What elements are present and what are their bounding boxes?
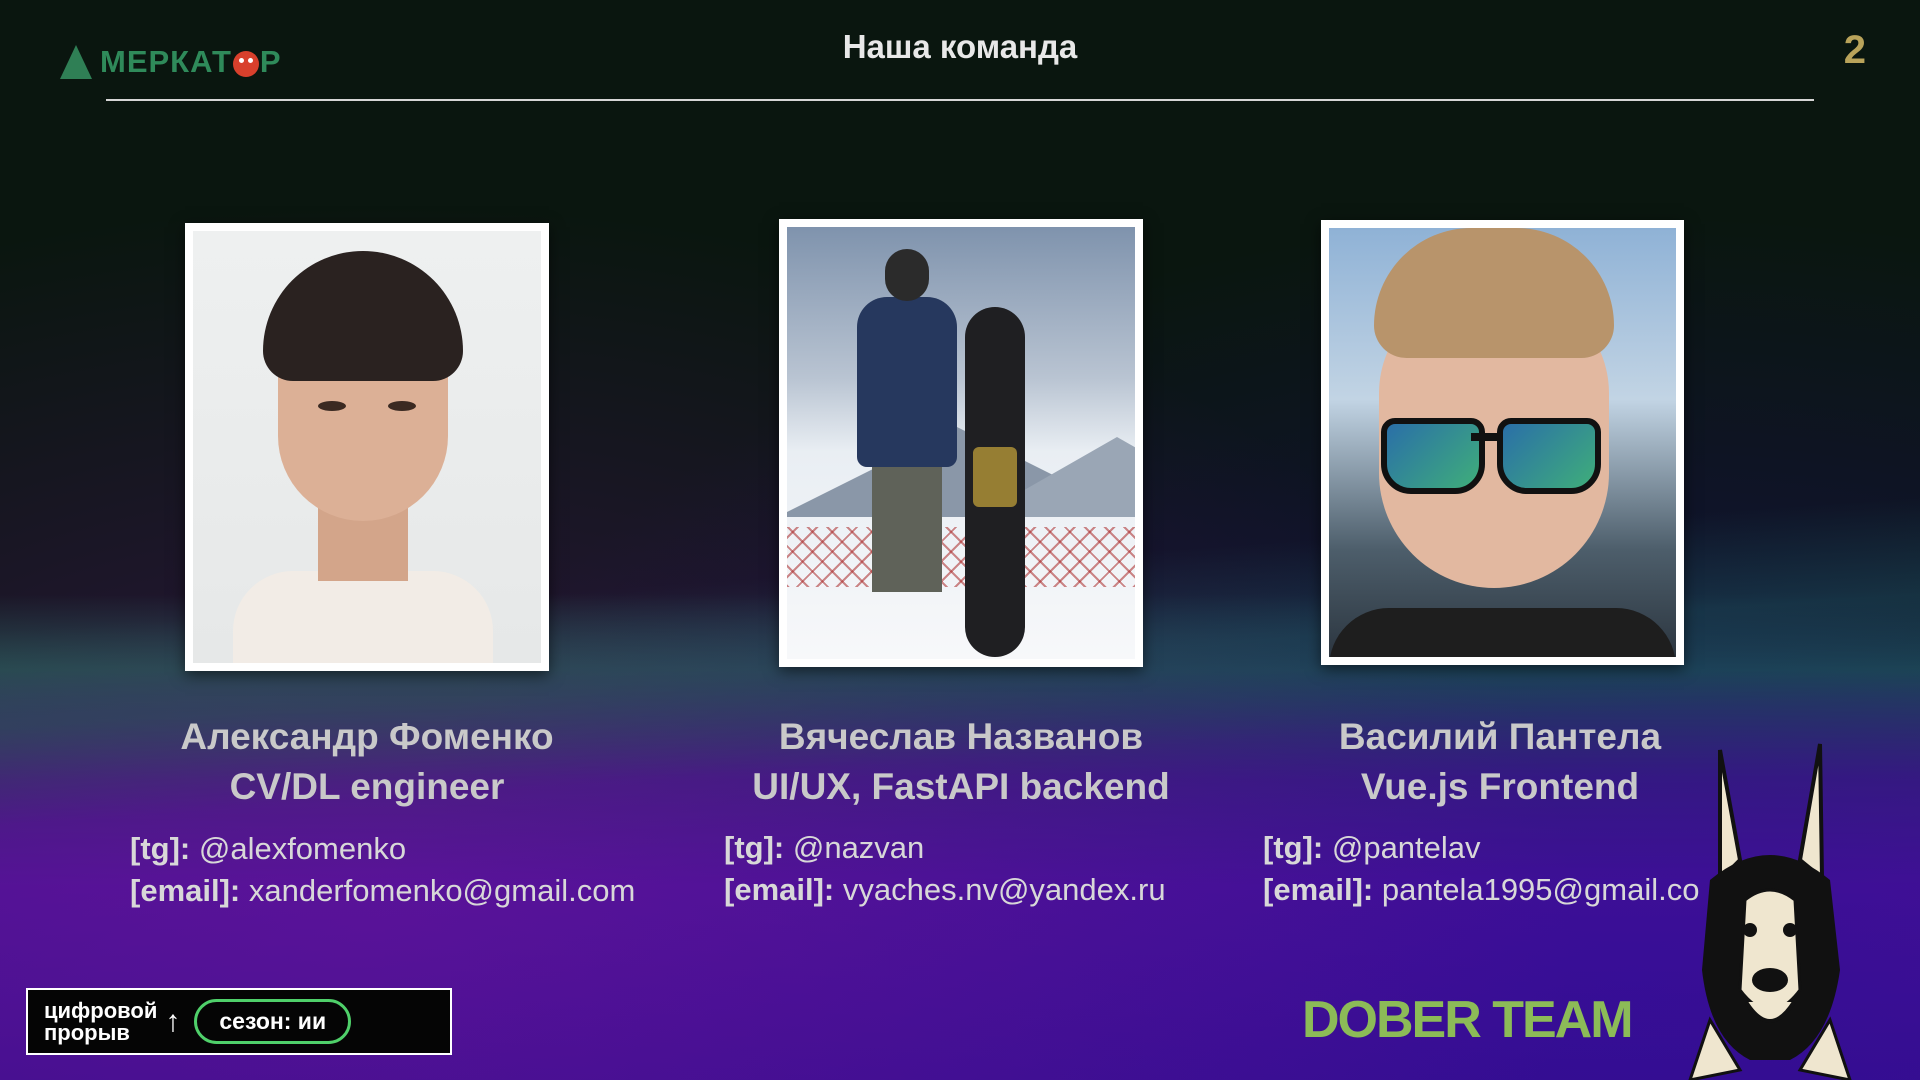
member-name-1: Александр Фоменко [180, 716, 554, 757]
season-pill: сезон: ии [194, 999, 352, 1044]
tg-handle[interactable]: @alexfomenko [199, 831, 406, 866]
tg-label: [tg]: [1263, 830, 1324, 865]
team-name: DOBER TEAM [1302, 991, 1634, 1049]
email-label: [email]: [1263, 872, 1374, 907]
page-title: Наша команда [842, 28, 1078, 65]
member-contacts-2: [tg]: @nazvan [email]: vyaches.nv@yandex… [724, 827, 1166, 911]
member-role-1: CV/DL engineer [229, 766, 505, 807]
member-photo-1 [185, 223, 549, 671]
page-number: 2 [1843, 28, 1866, 72]
tg-handle[interactable]: @nazvan [793, 830, 924, 865]
hackathon-badge: цифровой прорыв ↑ сезон: ии [26, 988, 452, 1055]
tg-label: [tg]: [724, 830, 785, 865]
member-contacts-1: [tg]: @alexfomenko [email]: xanderfomenk… [130, 828, 635, 912]
email-address[interactable]: xanderfomenko@gmail.com [249, 873, 635, 908]
doberman-mascot-icon [1688, 743, 1852, 1080]
email-address[interactable]: pantela1995@gmail.co [1382, 872, 1700, 907]
member-contacts-3: [tg]: @pantelav [email]: pantela1995@gma… [1263, 827, 1699, 911]
email-label: [email]: [130, 873, 241, 908]
member-photo-2 [779, 219, 1143, 667]
hackathon-brand: цифровой прорыв [44, 997, 158, 1045]
email-address[interactable]: vyaches.nv@yandex.ru [843, 872, 1166, 907]
email-label: [email]: [724, 872, 835, 907]
tg-label: [tg]: [130, 831, 191, 866]
tg-handle[interactable]: @pantelav [1332, 830, 1481, 865]
member-photo-3 [1321, 220, 1684, 665]
member-name-2: Вячеслав Названов [778, 716, 1144, 757]
member-role-2: UI/UX, FastAPI backend [752, 766, 1170, 807]
header-divider [106, 99, 1814, 101]
arrow-up-icon: ↑ [165, 1004, 181, 1038]
